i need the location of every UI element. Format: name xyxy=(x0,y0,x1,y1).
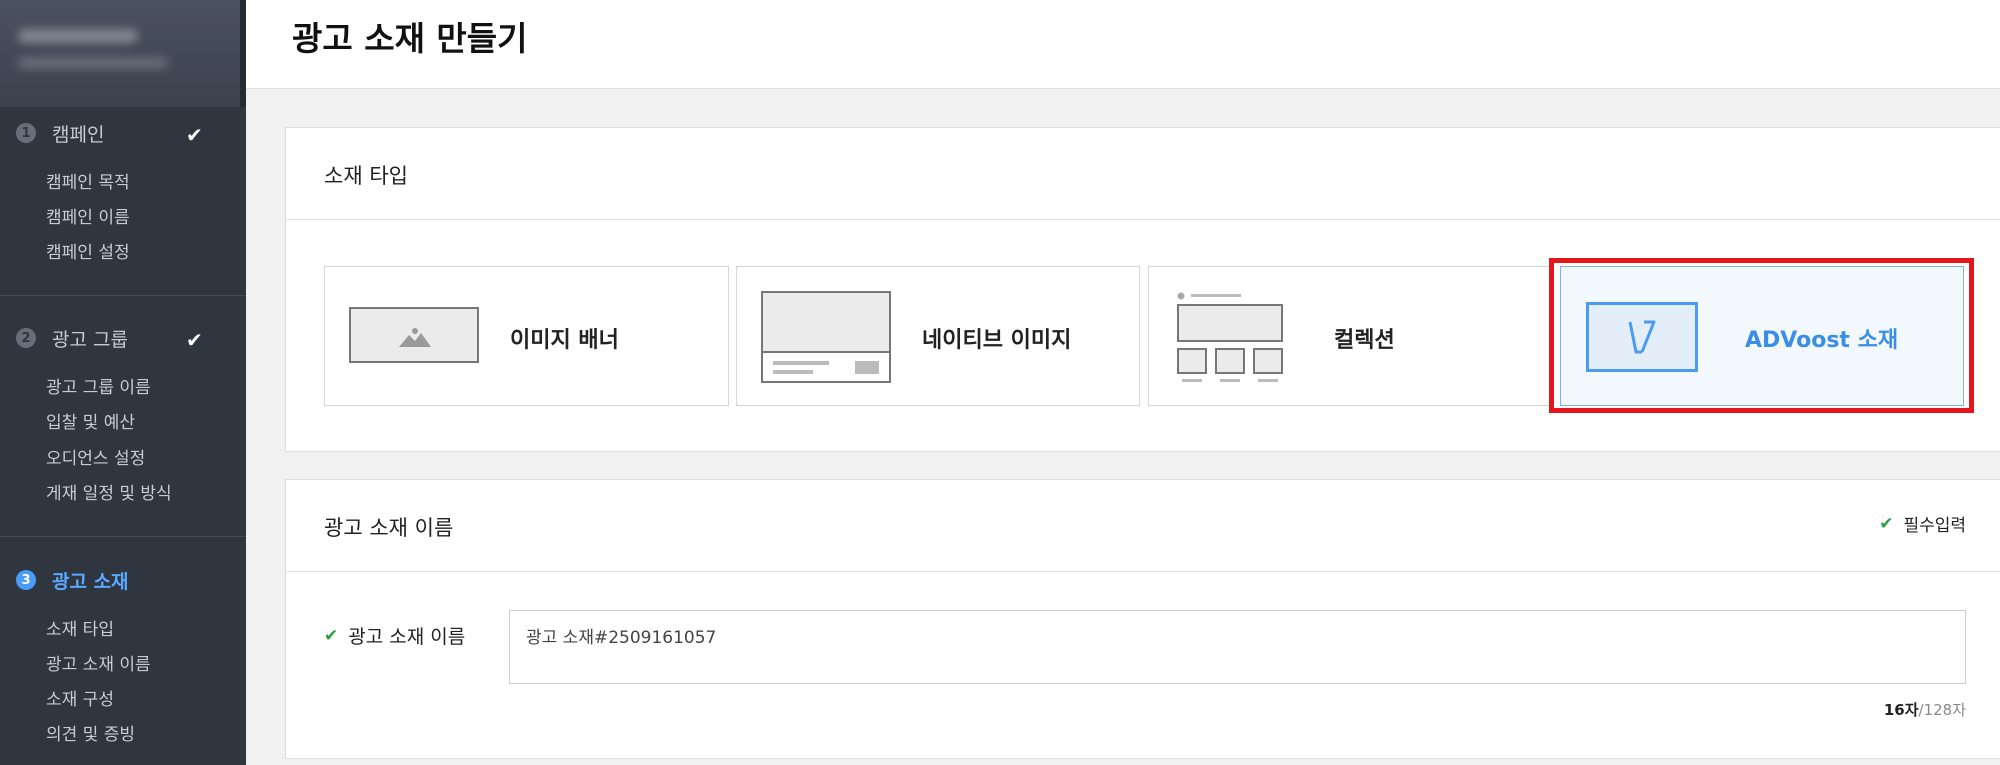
field-label-text: 광고 소재 이름 xyxy=(348,626,466,648)
advoost-icon xyxy=(1586,302,1698,372)
step-creative[interactable]: 3 광고 소재 xyxy=(16,565,129,595)
section-title: 소재 타입 xyxy=(324,164,408,188)
step-title: 광고 그룹 xyxy=(52,328,128,351)
counter-current: 16자 xyxy=(1883,701,1919,719)
step-number: 2 xyxy=(16,328,36,348)
creative-name-input[interactable]: 광고 소재#2509161057 xyxy=(509,610,1966,684)
sidebar-item-schedule-method[interactable]: 게재 일정 및 방식 xyxy=(46,479,172,504)
sidebar-item-campaign-objective[interactable]: 캠페인 목적 xyxy=(46,168,130,193)
type-option-image-banner[interactable]: 이미지 배너 xyxy=(324,266,729,406)
type-option-collection[interactable]: 컬렉션 xyxy=(1148,266,1552,406)
page-header: 광고 소재 만들기 xyxy=(246,0,2000,89)
check-icon: ✔ xyxy=(186,123,203,147)
step-number: 1 xyxy=(16,123,36,143)
native-image-icon xyxy=(761,291,891,383)
sidebar-item-creative-composition[interactable]: 소재 구성 xyxy=(46,685,114,710)
check-icon: ✔ xyxy=(186,328,203,352)
step-title: 캠페인 xyxy=(52,123,105,146)
account-id-blurred xyxy=(18,58,168,68)
counter-max: /128자 xyxy=(1918,701,1966,719)
type-option-label: 이미지 배너 xyxy=(510,328,619,353)
check-icon: ✔ xyxy=(1879,513,1894,534)
creative-name-field-label: ✔ 광고 소재 이름 xyxy=(324,622,465,649)
required-label: 필수입력 xyxy=(1903,516,1966,536)
sidebar-divider xyxy=(0,295,246,296)
sidebar-divider xyxy=(0,536,246,537)
step-title: 광고 소재 xyxy=(52,570,129,593)
sidebar-item-campaign-name[interactable]: 캠페인 이름 xyxy=(46,203,130,228)
section-title: 광고 소재 이름 xyxy=(324,516,454,540)
sidebar-item-campaign-settings[interactable]: 캠페인 설정 xyxy=(46,238,130,263)
step-campaign[interactable]: 1 캠페인 xyxy=(16,118,104,148)
sidebar-item-opinion-evidence[interactable]: 의견 및 증빙 xyxy=(46,720,135,745)
step-number: 3 xyxy=(16,570,36,590)
image-banner-icon xyxy=(349,307,479,363)
character-counter: 16자/128자 xyxy=(1884,699,1966,720)
sidebar-item-bid-budget[interactable]: 입찰 및 예산 xyxy=(46,408,135,433)
type-option-label: ADVoost 소재 xyxy=(1745,328,1899,353)
type-option-advoost[interactable]: ADVoost 소재 xyxy=(1560,266,1964,406)
sidebar: 1 캠페인 ✔ 캠페인 목적 캠페인 이름 캠페인 설정 2 광고 그룹 ✔ 광… xyxy=(0,0,246,765)
step-ad-group[interactable]: 2 광고 그룹 xyxy=(16,323,128,353)
page-title: 광고 소재 만들기 xyxy=(292,19,528,58)
card-header: 광고 소재 이름 xyxy=(286,480,2000,572)
sidebar-item-ad-group-name[interactable]: 광고 그룹 이름 xyxy=(46,373,151,398)
sidebar-item-creative-type[interactable]: 소재 타입 xyxy=(46,615,114,640)
collection-icon xyxy=(1177,292,1283,382)
card-header: 소재 타입 xyxy=(286,128,2000,220)
type-option-label: 네이티브 이미지 xyxy=(922,328,1072,353)
required-indicator: ✔ 필수입력 xyxy=(1879,511,1966,537)
account-name-blurred xyxy=(18,30,138,42)
account-info[interactable] xyxy=(0,0,240,107)
sidebar-item-audience-settings[interactable]: 오디언스 설정 xyxy=(46,444,145,469)
sidebar-item-creative-name[interactable]: 광고 소재 이름 xyxy=(46,650,151,675)
type-option-label: 컬렉션 xyxy=(1334,328,1395,353)
check-icon: ✔ xyxy=(324,625,339,646)
type-option-native-image[interactable]: 네이티브 이미지 xyxy=(736,266,1140,406)
